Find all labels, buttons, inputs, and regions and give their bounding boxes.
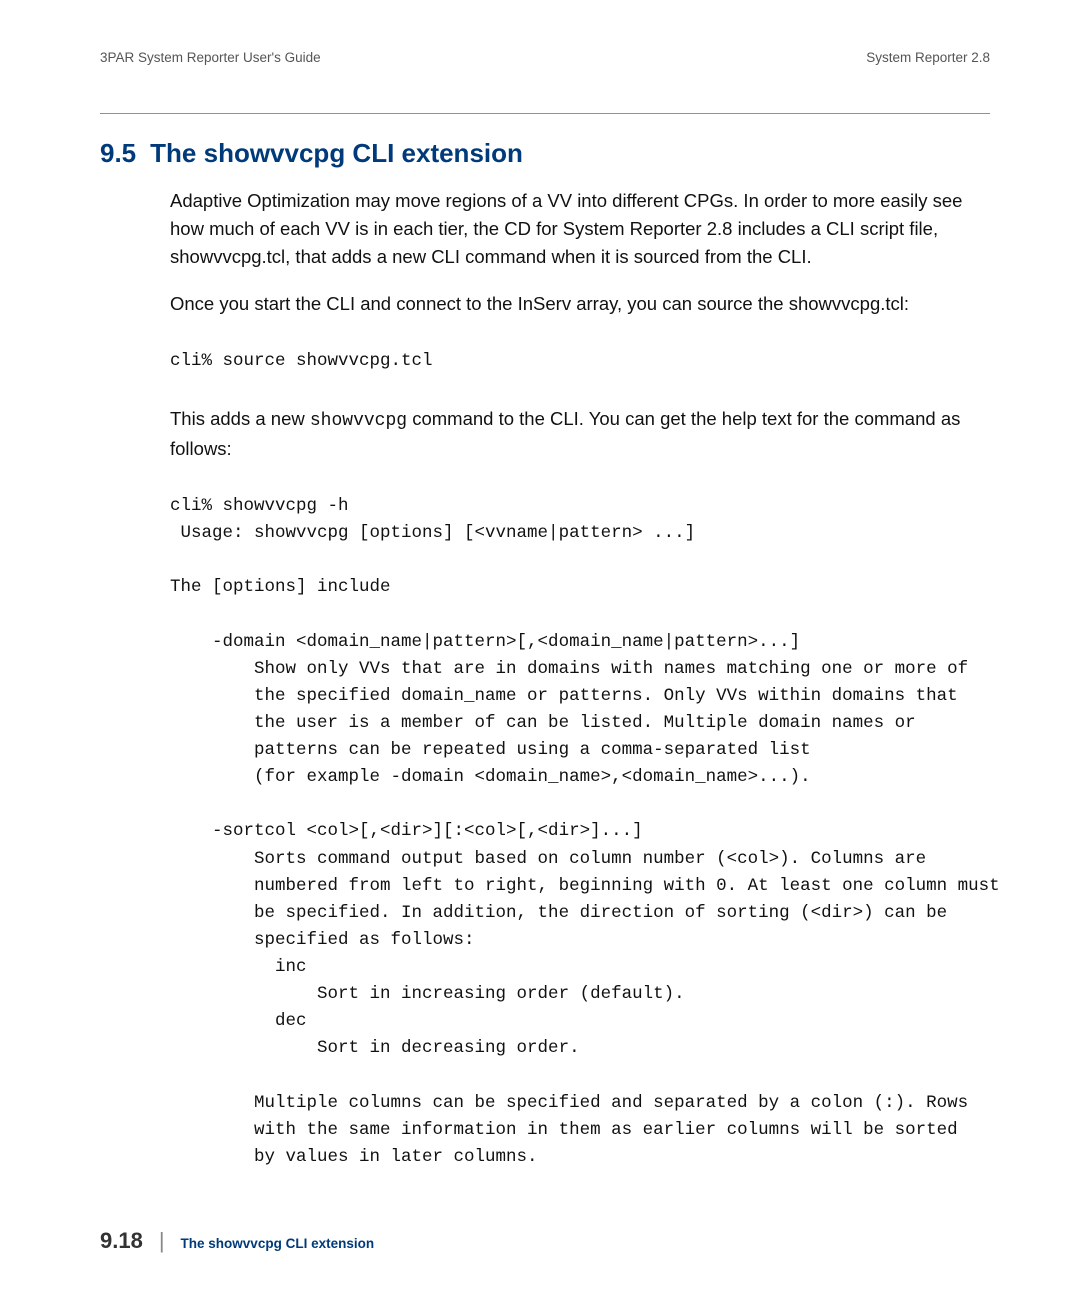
section-title: The showvvcpg CLI extension xyxy=(150,138,523,169)
document-page: 3PAR System Reporter User's Guide System… xyxy=(0,0,1080,1296)
paragraph-3: This adds a new showvvcpg command to the… xyxy=(170,405,990,463)
footer-section-title: The showvvcpg CLI extension xyxy=(181,1236,375,1251)
paragraph-1: Adaptive Optimization may move regions o… xyxy=(170,187,990,270)
page-footer: 9.18 | The showvvcpg CLI extension xyxy=(100,1228,374,1254)
header-right: System Reporter 2.8 xyxy=(866,50,990,65)
paragraph-2: Once you start the CLI and connect to th… xyxy=(170,290,990,318)
page-header: 3PAR System Reporter User's Guide System… xyxy=(100,50,990,65)
header-rule xyxy=(100,113,990,114)
inline-code-showvvcpg: showvvcpg xyxy=(310,411,407,431)
section-body: Adaptive Optimization may move regions o… xyxy=(170,187,990,1171)
paragraph-3-part-a: This adds a new xyxy=(170,408,310,429)
footer-page-number: 9.18 xyxy=(100,1228,143,1254)
footer-separator: | xyxy=(159,1228,165,1254)
section-heading: 9.5 The showvvcpg CLI extension xyxy=(100,138,990,169)
code-block-2: cli% showvvcpg -h Usage: showvvcpg [opti… xyxy=(170,493,990,1171)
section-number: 9.5 xyxy=(100,138,136,169)
code-block-1: cli% source showvvcpg.tcl xyxy=(170,348,990,375)
header-left: 3PAR System Reporter User's Guide xyxy=(100,50,321,65)
